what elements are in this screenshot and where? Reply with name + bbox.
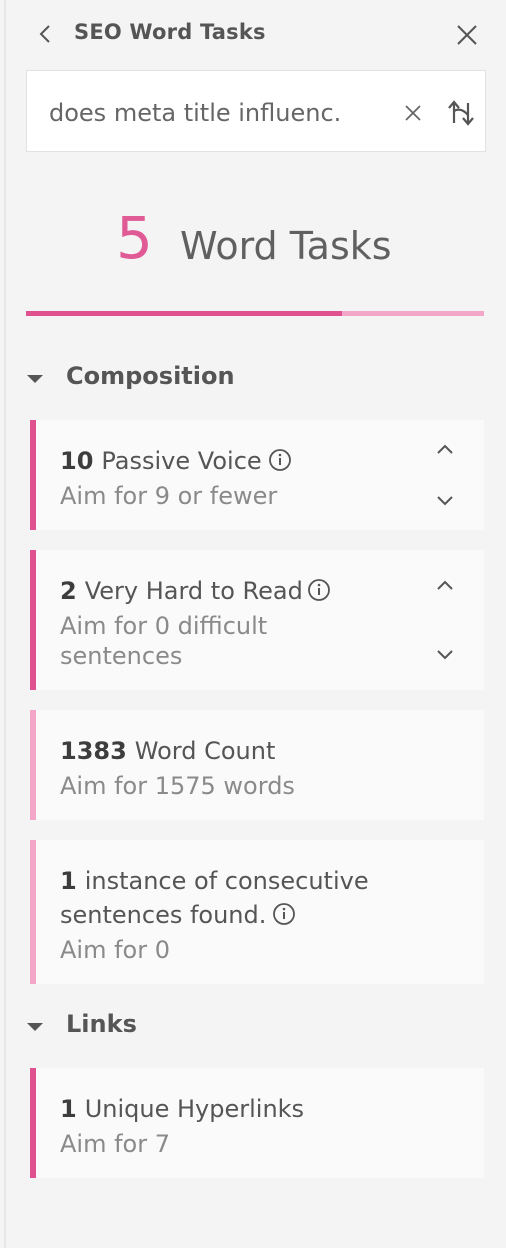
- info-icon[interactable]: [272, 902, 296, 926]
- priority-bar: [30, 840, 36, 984]
- task-count: 1: [60, 1095, 77, 1123]
- task-label: Passive Voice: [101, 447, 262, 475]
- chevron-left-icon[interactable]: [34, 22, 56, 46]
- task-label: Very Hard to Read: [84, 577, 303, 605]
- chevron-down-icon[interactable]: [434, 494, 456, 508]
- priority-bar: [30, 1068, 36, 1178]
- section-title: Composition: [66, 362, 235, 390]
- task-aim: Aim for 0: [60, 936, 170, 964]
- task-card-very-hard-to-read[interactable]: 2 Very Hard to Read Aim for 0 difficult s…: [30, 550, 484, 690]
- priority-bar: [30, 710, 36, 820]
- task-aim: Aim for 1575 words: [60, 772, 295, 800]
- priority-bar: [30, 550, 36, 690]
- task-count: 1383: [60, 737, 127, 765]
- task-count: 5: [116, 204, 153, 272]
- chevron-up-icon[interactable]: [434, 442, 456, 456]
- task-title: 2 Very Hard to Read: [60, 574, 420, 608]
- task-count: 1: [60, 867, 77, 895]
- task-title: 1 instance of consecutive sentences found…: [60, 864, 400, 932]
- section-composition-header[interactable]: Composition: [24, 358, 284, 398]
- task-progress-fill: [26, 311, 343, 316]
- task-title: 1383 Word Count: [60, 734, 420, 768]
- task-card-consecutive-sentences[interactable]: 1 instance of consecutive sentences found…: [30, 840, 484, 984]
- section-title: Links: [66, 1010, 137, 1038]
- panel-left-border: [4, 0, 6, 1248]
- task-count-label: Word Tasks: [180, 224, 392, 268]
- task-progress-bar: [26, 311, 484, 316]
- close-icon[interactable]: [454, 22, 480, 48]
- task-label: Unique Hyperlinks: [84, 1095, 305, 1123]
- task-title: 10 Passive Voice: [60, 444, 420, 478]
- panel-header: SEO Word Tasks: [0, 0, 506, 68]
- section-links-header[interactable]: Links: [24, 1006, 224, 1046]
- caret-down-icon: [27, 375, 43, 383]
- clear-icon[interactable]: [401, 101, 425, 125]
- swap-icon[interactable]: [445, 97, 477, 129]
- task-title: 1 Unique Hyperlinks: [60, 1092, 420, 1126]
- task-card-word-count[interactable]: 1383 Word Count Aim for 1575 words: [30, 710, 484, 820]
- task-card-passive-voice[interactable]: 10 Passive Voice Aim for 9 or fewer: [30, 420, 484, 530]
- priority-bar: [30, 420, 36, 530]
- task-summary: 5 Word Tasks: [0, 204, 506, 290]
- keyword-field[interactable]: does meta title influenc.: [26, 70, 486, 152]
- info-icon[interactable]: [307, 578, 331, 602]
- task-aim: Aim for 9 or fewer: [60, 482, 278, 510]
- task-count: 2: [60, 577, 77, 605]
- task-aim: Aim for 7: [60, 1130, 170, 1158]
- caret-down-icon: [27, 1023, 43, 1031]
- task-card-unique-hyperlinks[interactable]: 1 Unique Hyperlinks Aim for 7: [30, 1068, 484, 1178]
- task-label: instance of consecutive sentences found.: [60, 867, 369, 929]
- task-label: Word Count: [134, 737, 276, 765]
- keyword-value[interactable]: does meta title influenc.: [49, 99, 341, 127]
- task-aim: Aim for 0 difficult sentences: [60, 612, 268, 670]
- task-count: 10: [60, 447, 94, 475]
- info-icon[interactable]: [268, 448, 292, 472]
- panel-title: SEO Word Tasks: [74, 20, 266, 44]
- chevron-up-icon[interactable]: [434, 578, 456, 592]
- chevron-down-icon[interactable]: [434, 648, 456, 662]
